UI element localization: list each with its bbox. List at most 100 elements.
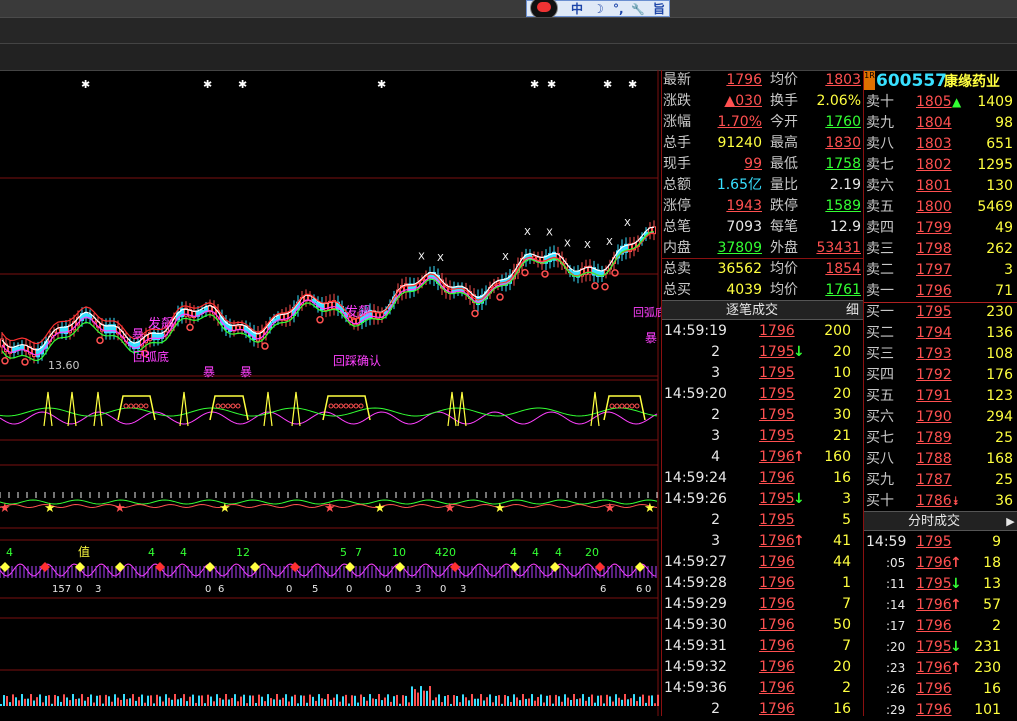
volume-bar xyxy=(603,703,605,706)
minute-price: 1796 xyxy=(916,681,952,697)
volume-bar xyxy=(30,694,32,706)
quote-row: 总买 4039 均价 1761 xyxy=(662,280,863,301)
signal-circle xyxy=(601,283,609,291)
kline-chart[interactable]: ✱ ✱ ✱ ✱ ✱ ✱ ✱ ✱X X XX XX X XX ★ ★ ★ ★ ★ ★ ★ ★ ★ ★ 13.60 发飙 发飙… xyxy=(0,70,662,716)
volume-bar xyxy=(360,694,362,706)
order-book-row[interactable]: 卖三 1798 262 xyxy=(864,239,1017,260)
order-book-row[interactable]: 卖四 1799 49 xyxy=(864,218,1017,239)
order-volume: 108 xyxy=(986,346,1013,362)
quote-label: 最新 xyxy=(663,72,691,88)
order-book-row[interactable]: 卖十 1805 ▲ 1409 xyxy=(864,92,1017,113)
scroll-right-icon[interactable]: ▶ xyxy=(1004,511,1017,531)
order-book-row[interactable]: 买五 1791 123 xyxy=(864,386,1017,407)
menu-bar xyxy=(0,17,1017,44)
minute-row: 14:59 1795 9 xyxy=(864,532,1017,553)
volume-bar xyxy=(141,694,143,706)
order-book-row[interactable]: 买三 1793 108 xyxy=(864,344,1017,365)
punctuation-icon[interactable]: °, xyxy=(613,1,624,18)
volume-bar xyxy=(408,702,410,706)
order-price: 1794 xyxy=(916,325,952,341)
order-level-label: 买七 xyxy=(866,430,894,446)
stock-name: 康缘药业 xyxy=(944,74,1000,90)
x-marker-icon: X xyxy=(564,239,571,250)
order-book-row[interactable]: 买六 1790 294 xyxy=(864,407,1017,428)
order-book-row[interactable]: 卖五 1800 5469 xyxy=(864,197,1017,218)
signal-circle xyxy=(591,282,599,290)
order-book-row[interactable]: 卖一 1796 71 xyxy=(864,281,1017,302)
quote-row: 总额 1.65亿 量比 2.19 xyxy=(662,175,863,196)
order-book-row[interactable]: 买十 1786 ⯯ 36 xyxy=(864,491,1017,512)
order-book-row[interactable]: 买八 1788 168 xyxy=(864,449,1017,470)
volume-bar xyxy=(87,697,89,706)
volume-bar xyxy=(330,699,332,706)
order-book-row[interactable]: 买七 1789 25 xyxy=(864,428,1017,449)
volume-bar xyxy=(198,695,200,706)
order-volume: 294 xyxy=(986,409,1013,425)
order-book-row[interactable]: 买二 1794 136 xyxy=(864,323,1017,344)
quote-label: 均价 xyxy=(770,72,798,88)
signal-circle xyxy=(21,358,29,366)
order-book-row[interactable]: 卖七 1802 1295 xyxy=(864,155,1017,176)
volume-bar xyxy=(162,701,164,706)
indicator-pane-3 xyxy=(0,562,657,578)
minute-time: 14:59 xyxy=(866,534,907,550)
wrench-icon[interactable]: 🔧 xyxy=(631,1,645,18)
quote-label: 现手 xyxy=(663,156,691,172)
tick-price: 1795 xyxy=(759,428,795,444)
volume-bar xyxy=(444,696,446,706)
tick-panel-header[interactable]: 逐笔成交 xyxy=(662,300,842,320)
volume-bar xyxy=(51,703,53,706)
order-book-row[interactable]: 卖二 1797 3 xyxy=(864,260,1017,281)
volume-bar xyxy=(468,700,470,706)
volume-bar xyxy=(273,699,275,706)
ime-toolbar[interactable]: 中 ☽ °, 🔧 旨 xyxy=(526,0,670,19)
order-book-row[interactable]: 买九 1787 25 xyxy=(864,470,1017,491)
moon-icon[interactable]: ☽ xyxy=(593,1,604,18)
order-volume: 98 xyxy=(995,115,1013,131)
minute-price: 1795 xyxy=(916,534,952,550)
star-icon: ★ xyxy=(324,501,336,516)
quote-value: 91240 xyxy=(717,135,762,151)
tick-volume: 1 xyxy=(842,575,851,591)
minute-volume: 231 xyxy=(974,639,1001,655)
ime-menu-icon[interactable]: 旨 xyxy=(653,1,665,18)
volume-bar xyxy=(474,698,476,706)
quote-label: 外盘 xyxy=(770,240,798,256)
detail-button[interactable]: 细 xyxy=(842,300,863,320)
quote-value: ▲030 xyxy=(724,93,763,109)
volume-bar xyxy=(99,695,101,706)
volume-bar xyxy=(123,694,125,706)
volume-bar xyxy=(111,701,113,706)
order-book-row[interactable]: 买四 1792 176 xyxy=(864,365,1017,386)
order-book-row[interactable]: 买一 1795 230 xyxy=(864,302,1017,323)
indicator-pane-1 xyxy=(0,391,658,427)
volume-bar xyxy=(309,694,311,706)
quote-label: 涨幅 xyxy=(663,114,691,130)
tick-price: 1796 xyxy=(759,449,795,465)
indicator-dot xyxy=(353,403,359,409)
order-price: 1799 xyxy=(916,220,952,236)
order-book-row[interactable]: 卖九 1804 98 xyxy=(864,113,1017,134)
volume-bar xyxy=(639,696,641,706)
indicator-dot xyxy=(235,403,241,409)
volume-bar xyxy=(267,694,269,706)
quote-value: 7093 xyxy=(726,219,762,235)
quote-value: 1943 xyxy=(726,198,762,214)
tick-time: 14:59:24 xyxy=(664,470,727,486)
order-book-row[interactable]: 卖八 1803 651 xyxy=(864,134,1017,155)
tick-row: 3 1795 21 xyxy=(662,426,863,447)
signal-circle xyxy=(496,293,504,301)
volume-bar xyxy=(342,696,344,706)
minute-panel-header[interactable]: 分时成交 xyxy=(864,511,1004,531)
minute-price: 1796 xyxy=(916,618,952,634)
volume-bar xyxy=(597,695,599,706)
volume-bar xyxy=(453,695,455,706)
order-book-row[interactable]: 卖六 1801 130 xyxy=(864,176,1017,197)
ime-chinese-mode[interactable]: 中 xyxy=(571,1,583,18)
volume-bar xyxy=(432,700,434,706)
volume-bar xyxy=(624,694,626,706)
volume-bar xyxy=(531,694,533,706)
indicator-dot xyxy=(123,403,129,409)
volume-bar xyxy=(351,695,353,706)
order-level-label: 卖五 xyxy=(866,199,894,215)
